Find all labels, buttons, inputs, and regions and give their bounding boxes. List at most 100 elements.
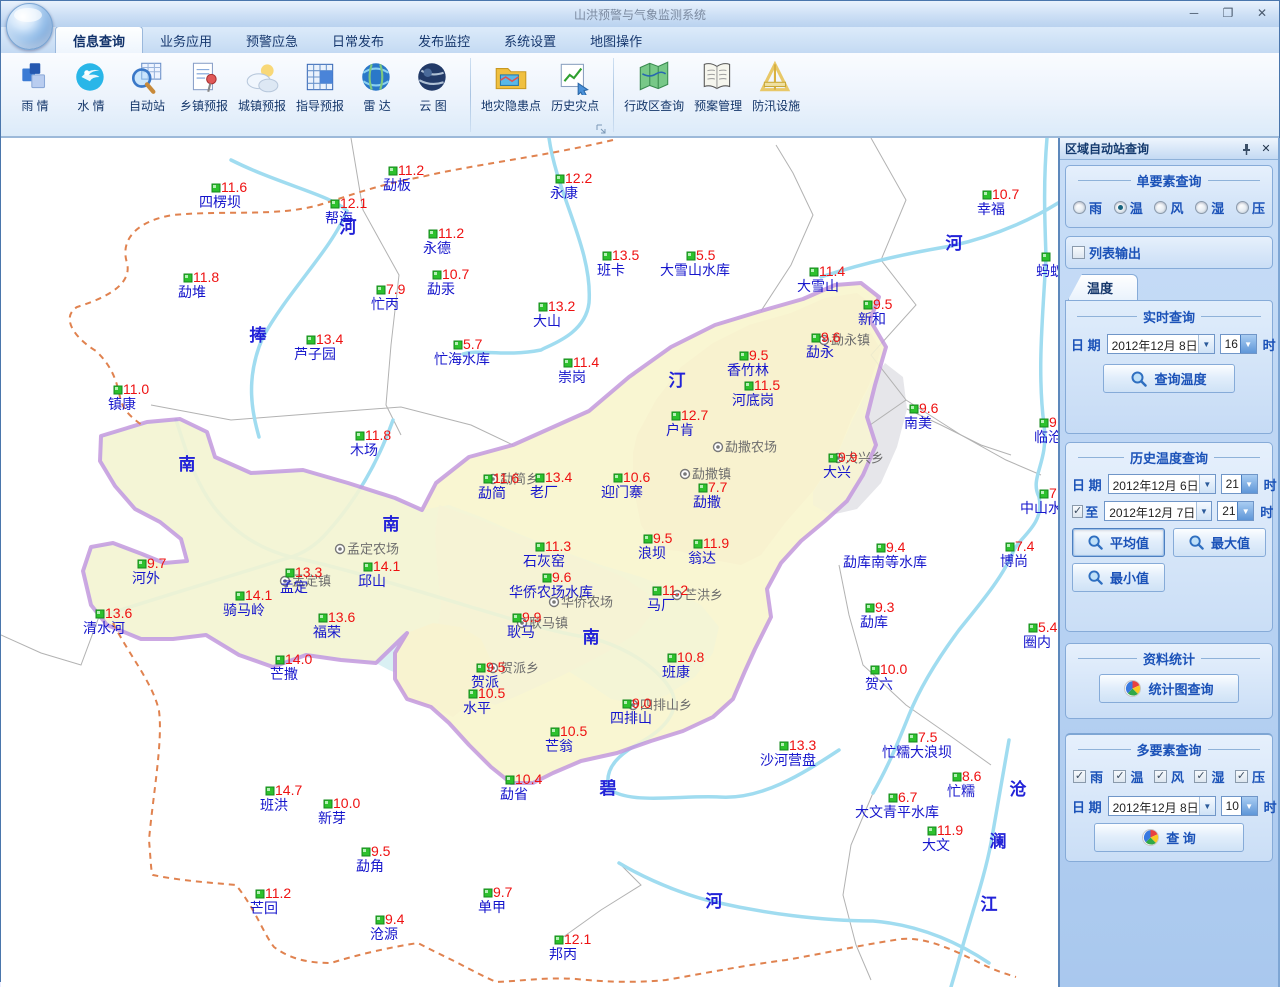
map-canvas[interactable]: 河捧南南汀河南碧河沧澜江 勐永镇勐撒农场勐撒镇勐简乡大兴乡孟定农场孟定镇华侨农场… [1, 138, 1058, 987]
toolbar-button-城镇预报[interactable]: 城镇预报 [233, 55, 291, 135]
close-button[interactable]: ✕ [1251, 4, 1273, 22]
toolbar-button-云图[interactable]: 云 图 [405, 55, 461, 135]
magnifier-icon [1088, 570, 1103, 585]
station-班洪[interactable]: 14.7班洪 [260, 782, 302, 813]
station-大文青平水库[interactable]: 6.7大文青平水库 [855, 789, 939, 820]
station-中山水库[interactable]: 7中山水库 [1020, 485, 1058, 516]
toolbar-button-预案管理[interactable]: 预案管理 [689, 55, 747, 135]
checkbox-温[interactable]: ✓温 [1113, 767, 1143, 786]
minimum-button[interactable]: 最小值 [1072, 563, 1165, 592]
station-沧源[interactable]: 9.4沧源 [370, 911, 405, 942]
maximum-button[interactable]: 最大值 [1173, 528, 1266, 557]
radio-压[interactable]: 压 [1236, 198, 1265, 217]
station-勐角[interactable]: 9.5勐角 [356, 843, 391, 874]
station-博尚[interactable]: 7.4博尚 [1000, 538, 1035, 569]
station-大雪山[interactable]: 11.4大雪山 [797, 263, 845, 294]
average-button[interactable]: 平均值 [1072, 528, 1165, 557]
station-勐板[interactable]: 11.2勐板 [383, 162, 424, 193]
toolbar-button-水情[interactable]: 水 情 [63, 55, 119, 135]
station-忙海水库[interactable]: 5.7忙海水库 [434, 336, 490, 367]
tab-temperature[interactable]: 温度 [1068, 274, 1138, 300]
station-单甲[interactable]: 9.7单甲 [478, 884, 513, 915]
station-崇岗[interactable]: 11.4崇岗 [558, 354, 599, 385]
minimize-button[interactable]: ─ [1183, 4, 1205, 22]
station-班卡[interactable]: 13.5班卡 [597, 247, 639, 278]
station-临沧[interactable]: 9临沧 [1034, 414, 1058, 445]
station-勐堆[interactable]: 11.8勐堆 [178, 269, 219, 300]
pin-icon[interactable] [1239, 142, 1253, 156]
tab-预警应急[interactable]: 预警应急 [229, 27, 315, 53]
app-logo-orb-icon[interactable] [6, 3, 53, 50]
toolbar-button-行政区查询[interactable]: 行政区查询 [619, 55, 689, 135]
checkbox-湿[interactable]: ✓湿 [1194, 767, 1224, 786]
toolbar-button-地灾隐患点[interactable]: 地灾隐患点 [476, 55, 546, 135]
station-帮海[interactable]: 12.1帮海 [325, 195, 367, 226]
tab-系统设置[interactable]: 系统设置 [487, 27, 573, 53]
list-output-checkbox[interactable]: 列表输出 [1072, 243, 1266, 262]
panel-close-icon[interactable]: ✕ [1259, 142, 1273, 156]
history-from-date-select[interactable]: 2012年12月 6日 ▼ [1108, 474, 1216, 494]
station-勐汞[interactable]: 10.7勐汞 [427, 266, 469, 297]
tab-信息查询[interactable]: 信息查询 [55, 26, 143, 53]
station-新芽[interactable]: 10.0新芽 [318, 795, 360, 826]
station-贺六[interactable]: 10.0贺六 [865, 661, 907, 692]
station-芦子园[interactable]: 13.4芦子园 [294, 331, 343, 362]
multi-query-button[interactable]: 查 询 [1094, 823, 1244, 852]
toolbar-button-雨情[interactable]: 雨 情 [7, 55, 63, 135]
station-忙丙[interactable]: 7.9忙丙 [371, 281, 406, 312]
station-忙糯[interactable]: 8.6忙糯 [947, 768, 982, 799]
station-勐库[interactable]: 9.3勐库 [860, 599, 895, 630]
toolbar-button-雷达[interactable]: 雷 达 [349, 55, 405, 135]
history-from-hour-select[interactable]: 21 ▼ [1221, 474, 1258, 494]
query-temperature-button[interactable]: 查询温度 [1103, 364, 1235, 393]
station-幸福[interactable]: 10.7幸福 [977, 186, 1019, 217]
station-南美[interactable]: 9.6南美 [904, 400, 939, 431]
dialog-launcher-icon[interactable] [595, 122, 607, 134]
realtime-date-select[interactable]: 2012年12月 8日 ▼ [1107, 334, 1215, 354]
tab-业务应用[interactable]: 业务应用 [143, 27, 229, 53]
toolbar-button-自动站[interactable]: 自动站 [119, 55, 175, 135]
station-大文[interactable]: 11.9大文 [922, 822, 963, 853]
station-大雪山水库[interactable]: 5.5大雪山水库 [660, 247, 730, 278]
station-忙糯大浪坝[interactable]: 7.5忙糯大浪坝 [882, 729, 952, 760]
toolbar-button-指导预报[interactable]: 指导预报 [291, 55, 349, 135]
station-木场[interactable]: 11.8木场 [350, 427, 391, 458]
maximize-button[interactable]: ❐ [1217, 4, 1239, 22]
multi-hour-select[interactable]: 10 ▼ [1221, 796, 1258, 816]
station-value: 11.6 [221, 179, 247, 195]
history-to-date-select[interactable]: 2012年12月 7日 ▼ [1104, 501, 1212, 521]
toolbar-button-防汛设施[interactable]: 防汛设施 [747, 55, 805, 135]
station-勐库南等水库[interactable]: 9.4勐库南等水库 [843, 539, 927, 570]
station-芒回[interactable]: 11.2芒回 [250, 885, 291, 916]
radio-湿[interactable]: 湿 [1195, 198, 1224, 217]
checkbox-风[interactable]: ✓风 [1154, 767, 1184, 786]
tab-地图操作[interactable]: 地图操作 [573, 27, 659, 53]
radio-风[interactable]: 风 [1154, 198, 1183, 217]
history-to-checkbox[interactable]: ✓ [1072, 505, 1083, 518]
radio-雨[interactable]: 雨 [1073, 198, 1102, 217]
station-圈内[interactable]: 5.4圈内 [1023, 619, 1058, 650]
history-to-hour-select[interactable]: 21 ▼ [1217, 501, 1254, 521]
station-大山[interactable]: 13.2大山 [533, 298, 575, 329]
river-label: 沧 [1010, 779, 1027, 799]
radio-温[interactable]: 温 [1114, 198, 1143, 217]
station-value: 12.1 [340, 195, 367, 211]
station-四楞坝[interactable]: 11.6四楞坝 [199, 179, 247, 210]
window-title: 山洪预警与气象监测系统 [574, 6, 706, 23]
multi-date-select[interactable]: 2012年12月 8日 ▼ [1108, 796, 1216, 816]
station-镇康[interactable]: 11.0镇康 [108, 381, 149, 412]
stat-chart-query-button[interactable]: 统计图查询 [1099, 674, 1239, 703]
station-沙河营盘[interactable]: 13.3沙河营盘 [760, 737, 816, 768]
tab-日常发布[interactable]: 日常发布 [315, 27, 401, 53]
checkbox-雨[interactable]: ✓雨 [1073, 767, 1103, 786]
station-永德[interactable]: 11.2永德 [423, 225, 464, 256]
tab-发布监控[interactable]: 发布监控 [401, 27, 487, 53]
checkbox-压[interactable]: ✓压 [1235, 767, 1265, 786]
station-永康[interactable]: 12.2永康 [550, 170, 592, 201]
station-芒撒[interactable]: 14.0芒撒 [270, 651, 312, 682]
station-邦丙[interactable]: 12.1邦丙 [549, 931, 591, 962]
station-蚂蚁[interactable]: 蚂蚁 [1036, 253, 1058, 279]
station-勐省[interactable]: 10.4勐省 [500, 771, 542, 802]
realtime-hour-select[interactable]: 16 ▼ [1220, 334, 1257, 354]
toolbar-button-乡镇预报[interactable]: 乡镇预报 [175, 55, 233, 135]
